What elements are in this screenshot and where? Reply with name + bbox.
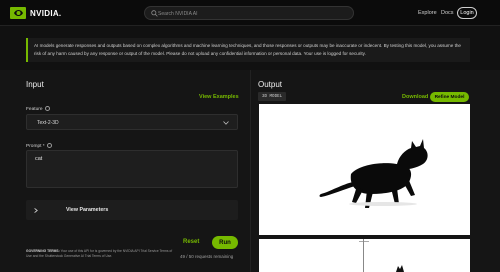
model-type-badge: 3D MODEL (258, 92, 287, 101)
login-button[interactable]: Login (457, 7, 477, 19)
view-parameters-toggle[interactable]: View Parameters (26, 200, 238, 220)
reset-button[interactable]: Reset (183, 239, 199, 245)
search-bar[interactable] (144, 6, 354, 20)
brand-name: NVIDIA. (30, 8, 62, 18)
disclaimer-banner: AI models generate responses and outputs… (26, 38, 470, 62)
output-title: Output (258, 80, 283, 89)
chevron-down-icon (223, 121, 229, 125)
cat-preview-icon (396, 265, 404, 272)
view-examples-link[interactable]: View Examples (199, 94, 239, 100)
viewer-divider (363, 239, 364, 272)
prompt-field[interactable] (26, 150, 238, 188)
secondary-model-viewer[interactable] (259, 239, 470, 272)
info-icon[interactable] (46, 143, 52, 148)
search-icon (151, 10, 158, 17)
prompt-label: Prompt * (26, 143, 52, 149)
feature-select[interactable]: Text-2-3D (26, 114, 238, 130)
cat-model-icon (319, 139, 428, 208)
feature-label: Feature (26, 106, 50, 112)
prompt-label-text: Prompt * (26, 143, 45, 149)
chevron-right-icon (34, 208, 38, 213)
input-title: Input (26, 80, 44, 89)
prompt-input[interactable] (35, 156, 231, 184)
search-input[interactable] (158, 8, 348, 19)
top-bar: NVIDIA. Explore Docs Login (0, 0, 500, 26)
download-button[interactable]: Download (402, 94, 428, 100)
feature-select-value: Text-2-3D (37, 120, 59, 126)
nvidia-logo[interactable]: NVIDIA. (10, 7, 61, 19)
3d-model-viewer[interactable] (259, 104, 470, 235)
terms-heading: GOVERNING TERMS: (26, 249, 60, 253)
nvidia-logo-icon (10, 7, 26, 19)
nav-explore-link[interactable]: Explore (418, 10, 437, 16)
feature-label-text: Feature (26, 106, 43, 112)
requests-remaining: 49 / 50 requests remaining (180, 254, 234, 259)
nav-docs-link[interactable]: Docs (441, 10, 454, 16)
info-icon[interactable] (44, 106, 50, 111)
refine-model-button[interactable]: Refine Model (430, 92, 469, 102)
view-parameters-label: View Parameters (66, 207, 109, 213)
governing-terms: GOVERNING TERMS: Your use of this API fo… (26, 249, 176, 259)
viewer-tick (359, 241, 369, 242)
run-button[interactable]: Run (212, 236, 238, 249)
